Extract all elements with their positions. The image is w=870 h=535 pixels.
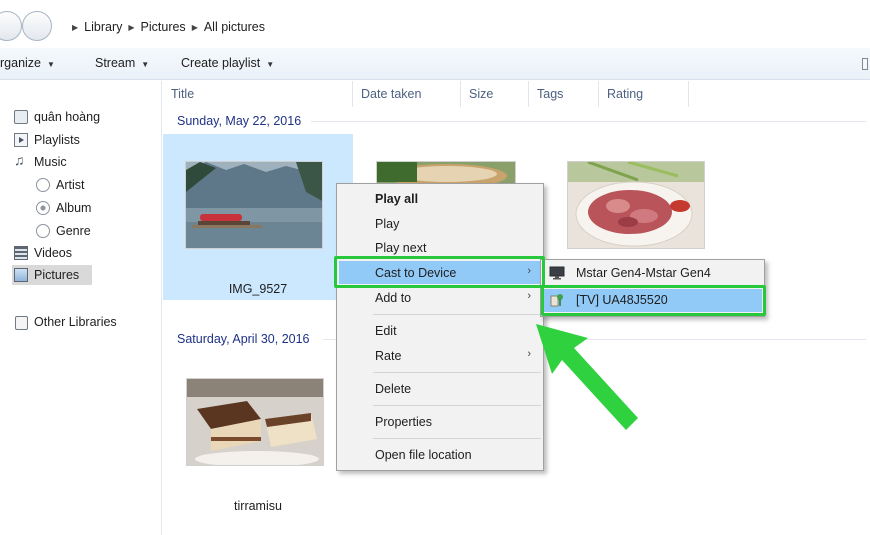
stream-label: Stream: [95, 56, 136, 70]
nav-item-videos[interactable]: Videos: [14, 243, 72, 263]
column-header-tags[interactable]: Tags: [529, 81, 599, 107]
nav-item-label: quân hoàng: [34, 110, 101, 124]
nav-buttons: [0, 11, 62, 41]
submenu-item-label: Mstar Gen4-Mstar Gen4: [576, 266, 711, 280]
menu-item-play-next[interactable]: Play next: [339, 236, 541, 259]
playlist-icon: [14, 133, 28, 147]
video-icon: [14, 246, 28, 260]
menu-item-cast-to-device[interactable]: Cast to Device ›: [339, 261, 541, 284]
column-header-size[interactable]: Size: [461, 81, 529, 107]
column-header-date-taken[interactable]: Date taken: [353, 81, 461, 107]
nav-item-label: Genre: [56, 224, 91, 238]
nav-item-label: Pictures: [34, 268, 80, 282]
menu-separator: [373, 405, 541, 406]
music-icon: [14, 152, 28, 169]
photo-tile-img-9527[interactable]: IMG_9527: [163, 134, 353, 300]
column-header-title[interactable]: Title: [163, 81, 353, 107]
nav-item-other-libraries[interactable]: Other Libraries: [14, 312, 117, 332]
column-label: Size: [469, 87, 494, 101]
toolbar: rganize ▼ Stream ▼ Create playlist ▼: [0, 48, 870, 80]
view-options-icon[interactable]: [862, 58, 868, 70]
nav-item-pictures[interactable]: Pictures: [12, 265, 92, 285]
photo-tile-tirramisu[interactable]: tirramisu: [163, 351, 353, 517]
create-playlist-menu[interactable]: Create playlist ▼: [181, 56, 274, 70]
group-header-date[interactable]: Sunday, May 22, 2016: [177, 112, 301, 130]
chevron-right-icon: ▶: [128, 22, 135, 32]
nav-item-label: Artist: [56, 178, 85, 192]
navigation-pane: quân hoàng Playlists Music Artist Album …: [0, 81, 162, 535]
cast-device-submenu: Mstar Gen4-Mstar Gen4 [TV] UA48J5520: [540, 259, 765, 317]
organize-menu[interactable]: rganize ▼: [0, 56, 55, 70]
submenu-item-tv-ua48j5520[interactable]: [TV] UA48J5520: [543, 289, 762, 312]
artist-icon: [36, 178, 50, 192]
nav-item-label: Playlists: [34, 133, 80, 147]
nav-item-artist[interactable]: Artist: [36, 175, 84, 195]
caret-down-icon: ▼: [47, 60, 55, 69]
menu-separator: [373, 372, 541, 373]
nav-item-label: Album: [56, 201, 92, 215]
submenu-item-label: [TV] UA48J5520: [576, 293, 668, 307]
submenu-item-mstar-gen4[interactable]: Mstar Gen4-Mstar Gen4: [543, 262, 762, 285]
other-libraries-icon: [14, 315, 28, 330]
green-arrow-icon: [536, 324, 638, 430]
chevron-right-icon: ›: [527, 290, 531, 302]
breadcrumb-library[interactable]: Library: [84, 20, 122, 34]
address-bar: ▶ Library ▶ Pictures ▶ All pictures: [0, 0, 870, 44]
menu-item-rate[interactable]: Rate ›: [339, 344, 541, 367]
stream-menu[interactable]: Stream ▼: [95, 56, 149, 70]
back-button[interactable]: [0, 11, 22, 41]
photo-name: tirramisu: [234, 499, 282, 513]
organize-label: rganize: [0, 56, 41, 70]
group-header-date[interactable]: Saturday, April 30, 2016: [177, 330, 310, 348]
menu-item-play-all[interactable]: Play all: [339, 187, 541, 210]
forward-button[interactable]: [22, 11, 52, 41]
genre-icon: [36, 224, 50, 238]
caret-down-icon: ▼: [141, 60, 150, 69]
cake-photo-icon: [186, 378, 324, 466]
user-library-icon: [14, 110, 28, 124]
meat-photo-icon: [567, 161, 705, 249]
menu-item-edit[interactable]: Edit: [339, 319, 541, 342]
caret-down-icon: ▼: [266, 60, 275, 69]
menu-item-label: Add to: [375, 290, 412, 305]
column-header-rating[interactable]: Rating: [599, 81, 689, 107]
nav-item-user[interactable]: quân hoàng: [14, 107, 100, 127]
album-icon: [36, 201, 50, 215]
chevron-right-icon: ›: [527, 265, 531, 277]
group-divider: [311, 121, 866, 122]
menu-item-play[interactable]: Play: [339, 212, 541, 235]
breadcrumb-pictures[interactable]: Pictures: [141, 20, 186, 34]
nav-item-label: Music: [34, 155, 67, 169]
breadcrumb: ▶ Library ▶ Pictures ▶ All pictures: [66, 14, 265, 40]
photo-name: IMG_9527: [228, 282, 288, 296]
monitor-icon: [549, 266, 565, 280]
nav-item-label: Videos: [34, 246, 72, 260]
column-label: Rating: [607, 87, 644, 101]
menu-separator: [373, 438, 541, 439]
nav-item-music[interactable]: Music: [14, 152, 67, 172]
menu-item-add-to[interactable]: Add to ›: [339, 286, 541, 309]
menu-item-label: Cast to Device: [375, 265, 457, 280]
context-menu: Play all Play Play next Cast to Device ›…: [336, 183, 544, 471]
column-label: Tags: [537, 87, 564, 101]
chevron-right-icon: ▶: [72, 22, 79, 32]
menu-item-properties[interactable]: Properties: [339, 410, 541, 433]
lake-photo-icon: [185, 161, 323, 249]
nav-item-genre[interactable]: Genre: [36, 221, 91, 241]
pictures-icon: [14, 268, 28, 282]
nav-item-album[interactable]: Album: [36, 198, 91, 218]
nav-item-playlists[interactable]: Playlists: [14, 130, 80, 150]
menu-item-label: Rate: [375, 348, 402, 363]
menu-item-open-file-location[interactable]: Open file location: [339, 443, 541, 466]
column-label: Date taken: [361, 87, 422, 101]
column-label: Title: [171, 87, 195, 101]
chevron-right-icon: ▶: [191, 22, 198, 32]
media-device-icon: [550, 294, 563, 307]
breadcrumb-all-pictures[interactable]: All pictures: [204, 20, 265, 34]
create-playlist-label: Create playlist: [181, 56, 261, 70]
nav-item-label: Other Libraries: [34, 315, 117, 329]
menu-item-delete[interactable]: Delete: [339, 377, 541, 400]
menu-separator: [373, 314, 541, 315]
